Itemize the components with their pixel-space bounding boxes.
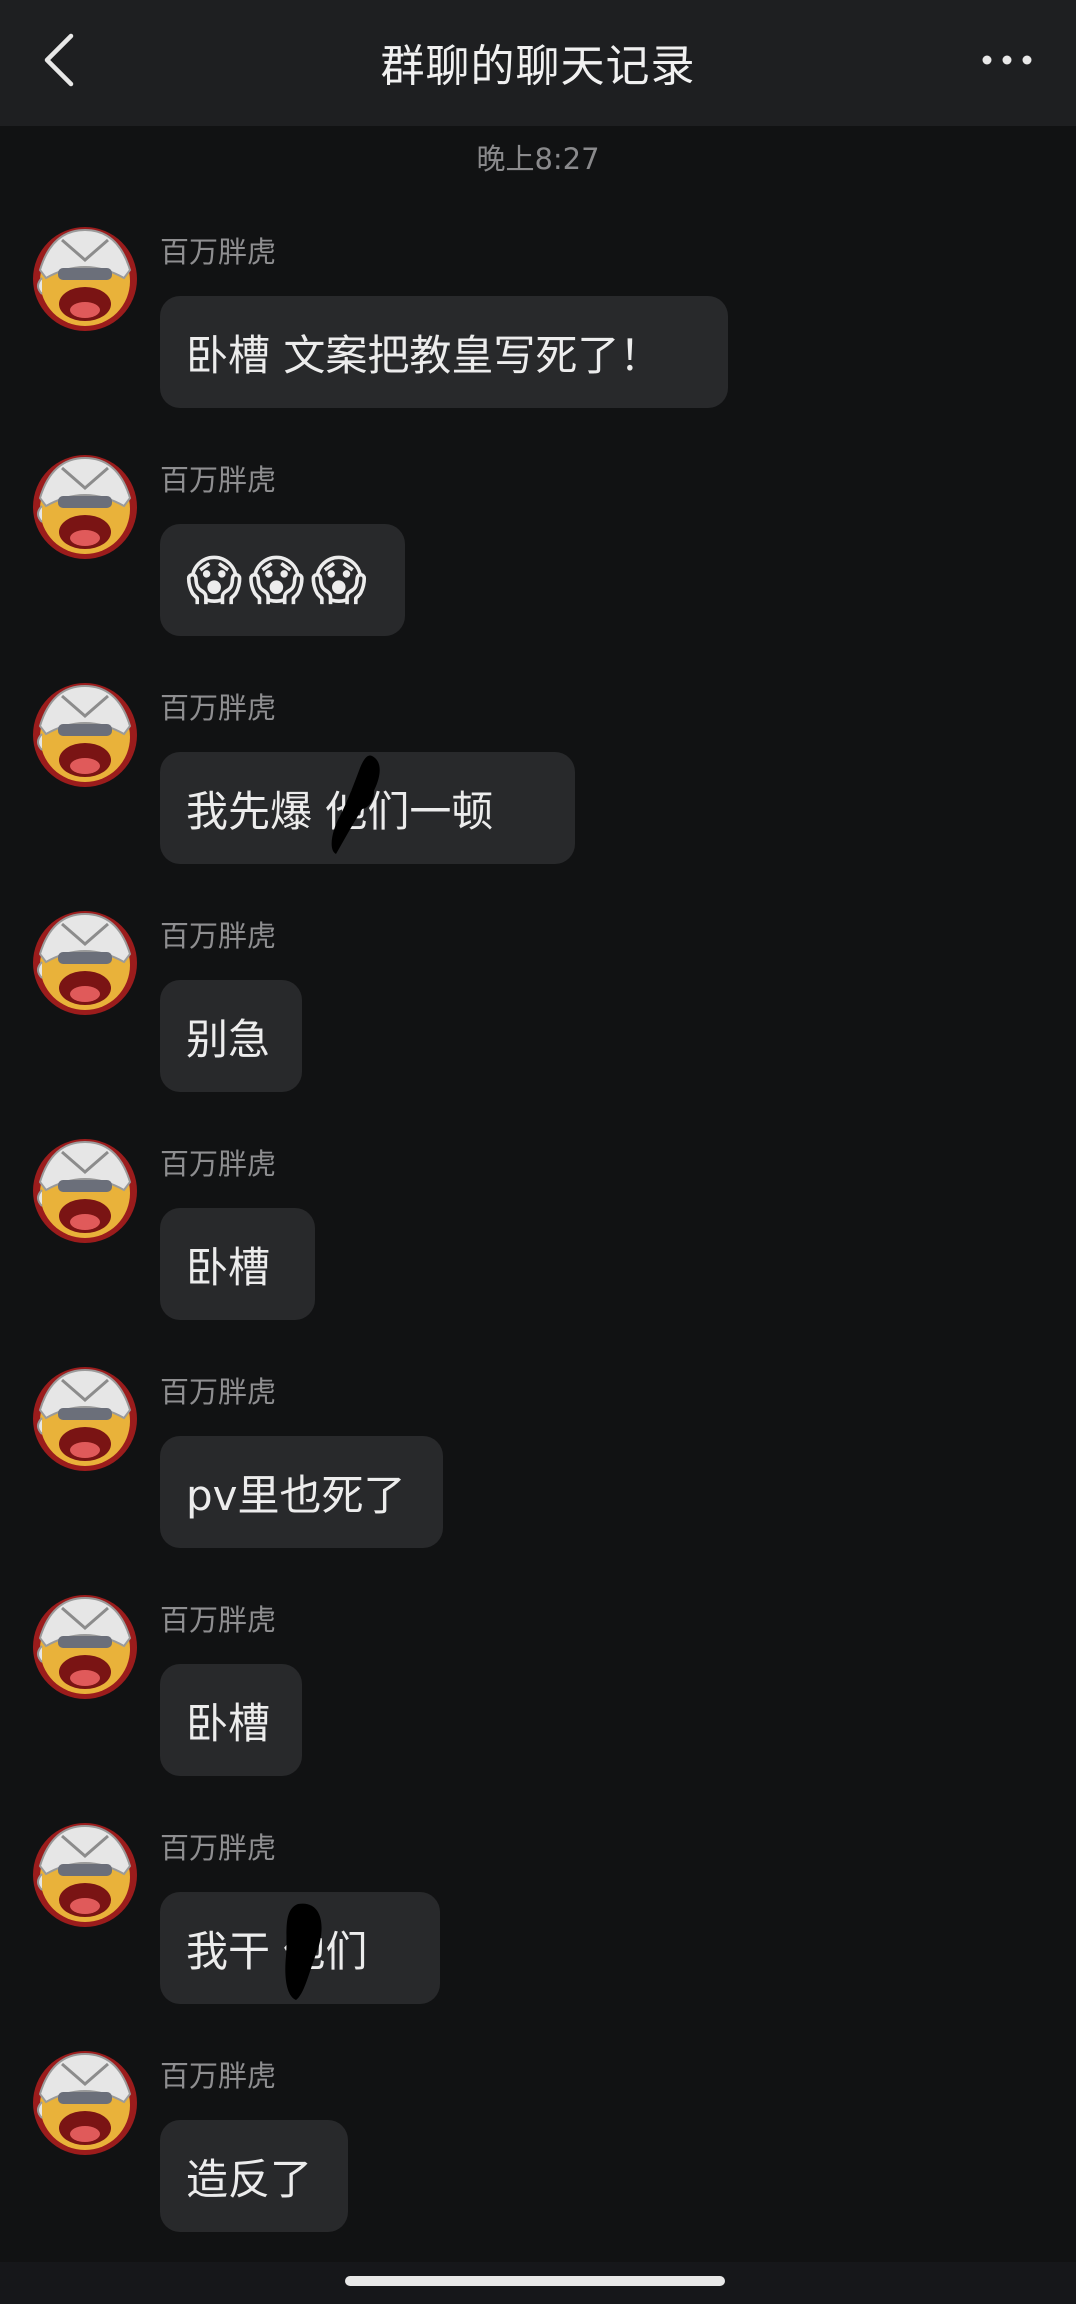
list-item: 百万胖虎 卧槽 文案把教皇写死了！ <box>32 226 1032 426</box>
time-divider: 晚上8:27 <box>476 142 600 176</box>
avatar[interactable] <box>32 910 138 1016</box>
message-text: 别急 <box>186 1014 271 1064</box>
avatar[interactable] <box>32 2050 138 2156</box>
message-bubble[interactable]: 别急 <box>160 980 302 1092</box>
emoji-row: 😱 😱 😱 <box>186 549 367 612</box>
sender-name: 百万胖虎 <box>160 463 277 497</box>
sender-name: 百万胖虎 <box>160 1831 277 1865</box>
sender-name: 百万胖虎 <box>160 919 277 953</box>
list-item: 百万胖虎 卧槽 <box>32 1138 1032 1338</box>
message-text: 造反了 <box>186 2154 313 2204</box>
message-bubble[interactable]: 卧槽 <box>160 1208 315 1320</box>
message-text: 我干 他们 <box>186 1926 368 1976</box>
sender-name: 百万胖虎 <box>160 1375 277 1409</box>
avatar[interactable] <box>32 1138 138 1244</box>
list-item: 百万胖虎 😱 😱 😱 <box>32 454 1032 654</box>
page-title: 群聊的聊天记录 <box>380 41 696 92</box>
list-item: 百万胖虎 卧槽 <box>32 1594 1032 1794</box>
list-item: 百万胖虎 别急 <box>32 910 1032 1110</box>
avatar[interactable] <box>32 226 138 332</box>
message-text: 卧槽 <box>186 1698 271 1748</box>
sender-name: 百万胖虎 <box>160 1147 277 1181</box>
list-item: 百万胖虎 pv里也死了 <box>32 1366 1032 1566</box>
avatar[interactable] <box>32 682 138 788</box>
message-bubble[interactable]: 卧槽 <box>160 1664 302 1776</box>
message-bubble[interactable]: 我先爆 他们一顿 <box>160 752 575 864</box>
message-bubble[interactable]: 我干 他们 <box>160 1892 440 2004</box>
title-bar: 群聊的聊天记录 <box>0 0 1076 126</box>
avatar[interactable] <box>32 454 138 560</box>
message-text: 卧槽 文案把教皇写死了！ <box>186 330 662 380</box>
message-text: 我先爆 他们一顿 <box>186 786 494 836</box>
sender-name: 百万胖虎 <box>160 235 277 269</box>
avatar[interactable] <box>32 1594 138 1700</box>
screaming-face-emoji: 😱 <box>310 548 367 612</box>
list-item: 百万胖虎 我先爆 他们一顿 <box>32 682 1032 882</box>
message-bubble[interactable]: 卧槽 文案把教皇写死了！ <box>160 296 728 408</box>
sender-name: 百万胖虎 <box>160 691 277 725</box>
sender-name: 百万胖虎 <box>160 1603 277 1637</box>
message-bubble[interactable]: 😱 😱 😱 <box>160 524 405 636</box>
screaming-face-emoji: 😱 <box>248 548 305 612</box>
more-dots-icon <box>982 55 1032 65</box>
list-item: 百万胖虎 造反了 <box>32 2050 1032 2250</box>
avatar[interactable] <box>32 1822 138 1928</box>
list-item: 百万胖虎 我干 他们 <box>32 1822 1032 2022</box>
sender-name: 百万胖虎 <box>160 2059 277 2093</box>
more-button[interactable] <box>972 40 1042 80</box>
screaming-face-emoji: 😱 <box>186 548 243 612</box>
message-text: pv里也死了 <box>186 1470 406 1520</box>
avatar[interactable] <box>32 1366 138 1472</box>
message-bubble[interactable]: pv里也死了 <box>160 1436 443 1548</box>
message-bubble[interactable]: 造反了 <box>160 2120 348 2232</box>
message-text: 卧槽 <box>186 1242 271 1292</box>
home-indicator[interactable] <box>345 2276 725 2286</box>
